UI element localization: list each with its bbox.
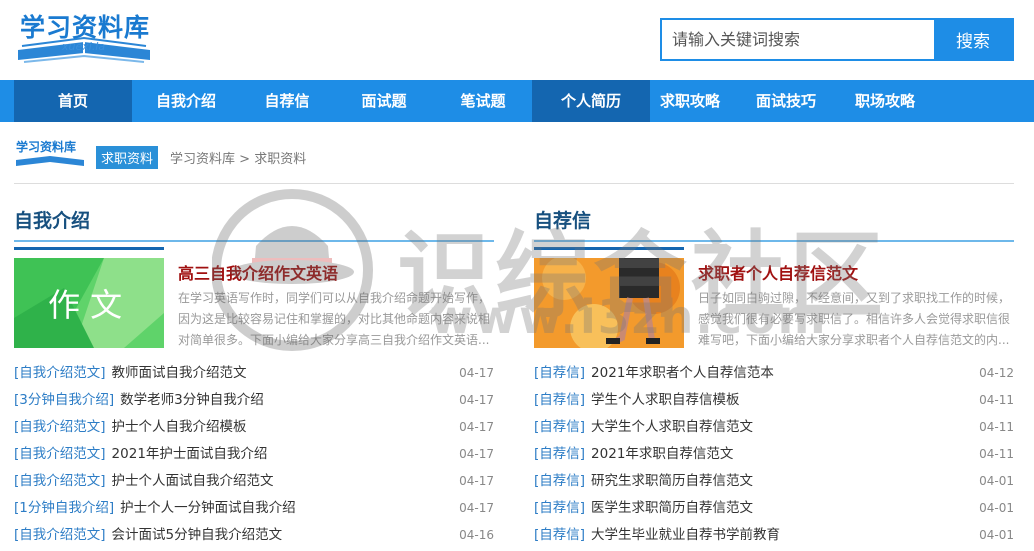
section-cover-letter: 自荐信 求职者个人自荐信范文 日子如同白驹过隙，不经意间，又到了求职找工作的时候… (534, 200, 1014, 549)
thumb-text: 作 文 (48, 286, 123, 324)
list-category[interactable]: [自荐信] (534, 473, 585, 489)
breadcrumb-path: 学习资料库 > 求职资料 (170, 148, 306, 167)
list-item: [自我介绍范文] 教师面试自我介绍范文 04-17 (14, 360, 494, 387)
list-item: [自荐信] 研究生求职简历自荐信范文 04-01 (534, 468, 1014, 495)
list-title[interactable]: 护士个人自我介绍模板 (112, 419, 247, 435)
featured-title[interactable]: 高三自我介绍作文英语 (178, 260, 338, 284)
list-category[interactable]: [自荐信] (534, 365, 585, 381)
list-date: 04-17 (459, 447, 494, 461)
featured-article: 作 文 高三自我介绍作文英语 在学习英语写作时，同学们可以从自我介绍命题开始写作… (14, 258, 494, 354)
list-category[interactable]: [自我介绍范文] (14, 473, 106, 489)
list-category[interactable]: [自荐信] (534, 527, 585, 543)
list-item: [自荐信] 医学生求职简历自荐信范文 04-01 (534, 495, 1014, 522)
nav-interview-tips[interactable]: 面试技巧 (730, 80, 842, 122)
featured-title[interactable]: 求职者个人自荐信范文 (698, 260, 858, 284)
list-item: [自荐信] 大学生毕业就业自荐书学前教育 04-01 (534, 522, 1014, 549)
header: 学习资料库 xuexi.la 搜索 (0, 0, 1034, 80)
list-date: 04-11 (979, 447, 1014, 461)
featured-thumbnail[interactable]: 作 文 (14, 258, 164, 348)
section-header: 自荐信 (534, 200, 1014, 250)
list-category[interactable]: [自我介绍范文] (14, 446, 106, 462)
list-title[interactable]: 大学生个人求职自荐信范文 (591, 419, 753, 435)
list-item: [自我介绍范文] 2021年护士面试自我介绍 04-17 (14, 441, 494, 468)
list-date: 04-01 (979, 474, 1014, 488)
list-date: 04-01 (979, 501, 1014, 515)
list-title[interactable]: 护士个人面试自我介绍范文 (112, 473, 274, 489)
list-category[interactable]: [自荐信] (534, 392, 585, 408)
list-item: [自荐信] 2021年求职自荐信范文 04-11 (534, 441, 1014, 468)
breadcrumb-logo[interactable]: 学习资料库 (14, 136, 86, 172)
list-category[interactable]: [自我介绍范文] (14, 419, 106, 435)
list-date: 04-11 (979, 420, 1014, 434)
article-list: [自我介绍范文] 教师面试自我介绍范文 04-17 [3分钟自我介绍] 数学老师3分钟… (14, 360, 494, 549)
nav-workplace-guide[interactable]: 职场攻略 (842, 80, 928, 122)
list-item: [1分钟自我介绍] 护士个人一分钟面试自我介绍 04-17 (14, 495, 494, 522)
list-title[interactable]: 2021年护士面试自我介绍 (112, 446, 268, 462)
list-title[interactable]: 护士个人一分钟面试自我介绍 (120, 500, 296, 516)
breadcrumb-tag: 求职资料 (96, 146, 159, 169)
section-header: 自我介绍 (14, 200, 494, 250)
list-category[interactable]: [自荐信] (534, 446, 585, 462)
list-date: 04-17 (459, 366, 494, 380)
site-logo[interactable]: 学习资料库 xuexi.la (14, 6, 154, 72)
list-item: [自荐信] 2021年求职者个人自荐信范本 04-12 (534, 360, 1014, 387)
site-logo-sub: xuexi.la (62, 40, 106, 53)
nav-interview-questions[interactable]: 面试题 (334, 80, 434, 122)
list-category[interactable]: [3分钟自我介绍] (14, 392, 114, 408)
featured-desc: 在学习英语写作时，同学们可以从自我介绍命题开始写作，因为这是比较容易记住和掌握的… (178, 291, 491, 347)
list-date: 04-17 (459, 501, 494, 515)
list-category[interactable]: [自荐信] (534, 500, 585, 516)
list-category[interactable]: [自荐信] (534, 419, 585, 435)
breadcrumb-current[interactable]: 求职资料 (254, 152, 306, 167)
featured-desc: 日子如同白驹过隙，不经意间，又到了求职找工作的时候，感觉我们很有必要写求职信了。… (698, 291, 1011, 347)
nav-cover-letter[interactable]: 自荐信 (240, 80, 334, 122)
nav-job-guide[interactable]: 求职攻略 (650, 80, 730, 122)
list-date: 04-16 (459, 528, 494, 542)
search-box: 搜索 (660, 18, 1014, 61)
article-list: [自荐信] 2021年求职者个人自荐信范本 04-12 [自荐信] 学生个人求职自荐信… (534, 360, 1014, 549)
list-title[interactable]: 2021年求职自荐信范文 (591, 446, 733, 462)
list-category[interactable]: [1分钟自我介绍] (14, 500, 114, 516)
main-nav: 首页 自我介绍 自荐信 面试题 笔试题 个人简历 求职攻略 面试技巧 职场攻略 (0, 80, 1034, 122)
list-item: [自我介绍范文] 护士个人自我介绍模板 04-17 (14, 414, 494, 441)
breadcrumb-home-link[interactable]: 学习资料库 (170, 152, 235, 167)
featured-article: 求职者个人自荐信范文 日子如同白驹过隙，不经意间，又到了求职找工作的时候，感觉我… (534, 258, 1014, 354)
nav-resume[interactable]: 个人简历 (532, 80, 650, 122)
list-title[interactable]: 教师面试自我介绍范文 (112, 365, 247, 381)
search-button[interactable]: 搜索 (934, 20, 1012, 59)
list-item: [自我介绍范文] 会计面试5分钟自我介绍范文 04-16 (14, 522, 494, 549)
list-item: [自荐信] 大学生个人求职自荐信范文 04-11 (534, 414, 1014, 441)
list-date: 04-17 (459, 474, 494, 488)
list-date: 04-11 (979, 393, 1014, 407)
breadcrumb: 学习资料库 求职资料 学习资料库 > 求职资料 (14, 136, 1014, 184)
site-logo-title: 学习资料库 (20, 13, 151, 42)
nav-self-intro[interactable]: 自我介绍 (132, 80, 240, 122)
list-item: [自荐信] 学生个人求职自荐信模板 04-11 (534, 387, 1014, 414)
breadcrumb-logo-text: 学习资料库 (16, 140, 77, 154)
list-title[interactable]: 研究生求职简历自荐信范文 (591, 473, 753, 489)
search-input[interactable] (662, 20, 934, 59)
featured-thumbnail[interactable] (534, 258, 684, 348)
list-title[interactable]: 大学生毕业就业自荐书学前教育 (591, 527, 780, 543)
nav-written-test[interactable]: 笔试题 (434, 80, 532, 122)
section-title[interactable]: 自荐信 (534, 206, 684, 250)
list-date: 04-12 (979, 366, 1014, 380)
job-seeker-photo-icon (534, 258, 684, 348)
list-date: 04-17 (459, 393, 494, 407)
breadcrumb-separator: > (239, 152, 251, 167)
list-item: [3分钟自我介绍] 数学老师3分钟自我介绍 04-17 (14, 387, 494, 414)
list-category[interactable]: [自我介绍范文] (14, 527, 106, 543)
nav-home[interactable]: 首页 (14, 80, 132, 122)
section-title[interactable]: 自我介绍 (14, 206, 164, 250)
list-title[interactable]: 学生个人求职自荐信模板 (591, 392, 740, 408)
list-date: 04-01 (979, 528, 1014, 542)
list-date: 04-17 (459, 420, 494, 434)
list-title[interactable]: 会计面试5分钟自我介绍范文 (112, 527, 283, 543)
list-item: [自我介绍范文] 护士个人面试自我介绍范文 04-17 (14, 468, 494, 495)
list-title[interactable]: 数学老师3分钟自我介绍 (120, 392, 264, 408)
list-title[interactable]: 2021年求职者个人自荐信范本 (591, 365, 774, 381)
section-self-intro: 自我介绍 作 文 高三自我介绍作文英语 在学习英语写作时，同学们可以从自我介绍命… (14, 200, 494, 549)
list-title[interactable]: 医学生求职简历自荐信范文 (591, 500, 753, 516)
list-category[interactable]: [自我介绍范文] (14, 365, 106, 381)
